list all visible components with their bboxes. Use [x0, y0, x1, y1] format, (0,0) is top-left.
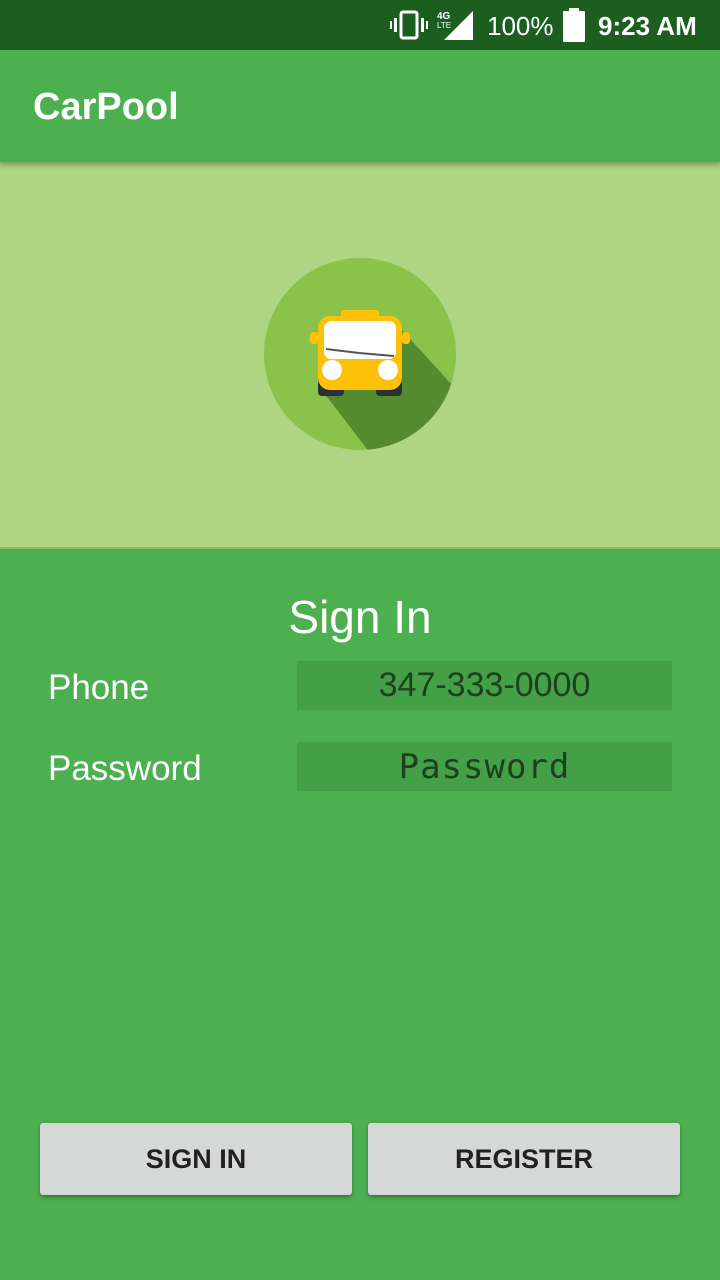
battery-percent: 100% — [487, 11, 554, 41]
sign-in-button[interactable]: SIGN IN — [40, 1123, 352, 1195]
password-input[interactable] — [297, 742, 672, 791]
sign-in-title: Sign In — [288, 591, 432, 643]
signal-4g-lte-icon: 4G LTE — [437, 11, 473, 40]
clock: 9:23 AM — [598, 11, 697, 41]
phone-label: Phone — [48, 668, 150, 707]
hero-banner — [0, 162, 720, 549]
svg-text:LTE: LTE — [437, 21, 451, 30]
app-title: CarPool — [33, 86, 179, 128]
app-bar: CarPool — [0, 50, 720, 162]
vibrate-icon — [390, 10, 428, 40]
phone-input[interactable] — [297, 661, 672, 710]
status-bar: 4G LTE 100% 9:23 AM — [0, 0, 720, 50]
password-label: Password — [48, 749, 202, 788]
battery-full-icon — [563, 8, 585, 42]
bus-logo-icon — [264, 258, 456, 450]
register-button[interactable]: REGISTER — [368, 1123, 680, 1195]
